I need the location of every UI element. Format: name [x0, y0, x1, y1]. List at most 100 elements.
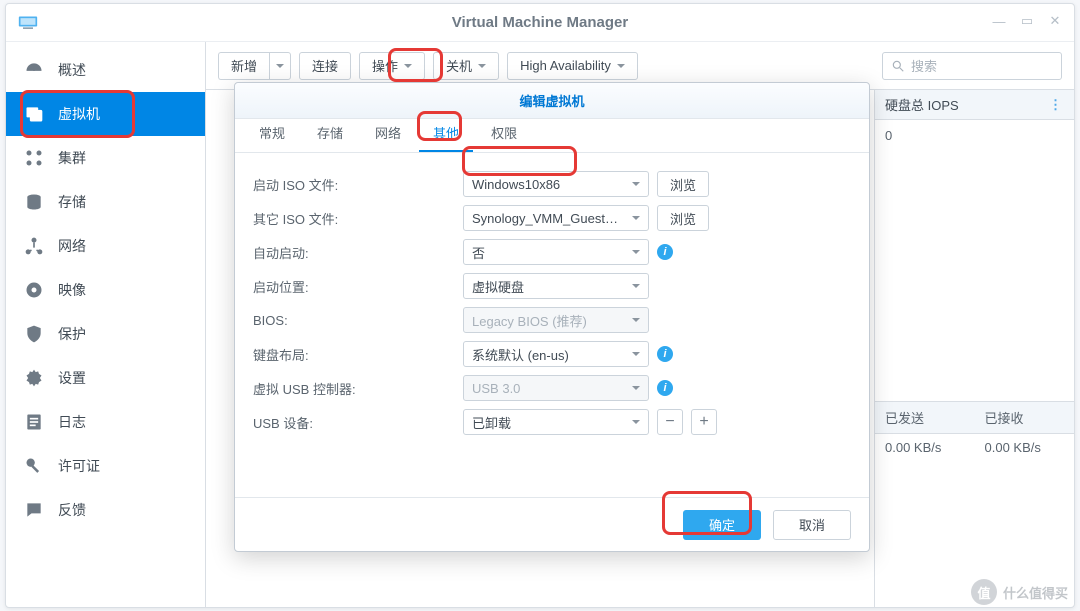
sidebar-item-label: 日志 [58, 412, 86, 432]
sidebar-item-label: 存储 [58, 192, 86, 212]
select-usb-dev[interactable]: 已卸载 [463, 409, 649, 435]
minimize-button[interactable]: — [988, 10, 1010, 32]
chevron-down-icon [632, 420, 640, 428]
add-usb-button[interactable]: + [691, 409, 717, 435]
info-icon[interactable]: i [657, 244, 673, 260]
chevron-down-icon [632, 182, 640, 190]
dialog-footer: 确定 取消 [235, 497, 869, 551]
key-icon [24, 456, 44, 476]
ok-button[interactable]: 确定 [683, 510, 761, 540]
shield-icon [24, 324, 44, 344]
remove-usb-button[interactable]: − [657, 409, 683, 435]
label-keyboard: 键盘布局: [253, 345, 463, 364]
app-icon [18, 14, 38, 30]
label-other-iso: 其它 ISO 文件: [253, 209, 463, 228]
maximize-button[interactable]: ▭ [1016, 10, 1038, 32]
chevron-down-icon [617, 64, 625, 72]
cancel-button[interactable]: 取消 [773, 510, 851, 540]
sidebar-item-label: 许可证 [58, 456, 100, 476]
network-icon [24, 236, 44, 256]
stat-header-iops: 硬盘总 IOPS ⋮ [875, 90, 1074, 120]
gear-icon [24, 368, 44, 388]
sidebar-item-label: 集群 [58, 148, 86, 168]
action-button[interactable]: 操作 [359, 52, 425, 80]
sidebar-item-label: 设置 [58, 368, 86, 388]
disc-icon [24, 280, 44, 300]
browse-boot-iso[interactable]: 浏览 [657, 171, 709, 197]
tab-permission[interactable]: 权限 [477, 115, 531, 152]
storage-icon [24, 192, 44, 212]
sidebar-item-image[interactable]: 映像 [6, 268, 205, 312]
sidebar: 概述 虚拟机 集群 存储 网络 映像 [6, 42, 206, 607]
new-button[interactable]: 新增 [218, 52, 269, 80]
sidebar-item-label: 概述 [58, 60, 86, 80]
titlebar: Virtual Machine Manager — ▭ ✕ [6, 4, 1074, 42]
select-boot-iso[interactable]: Windows10x86 [463, 171, 649, 197]
more-icon[interactable]: ⋮ [1049, 97, 1064, 113]
tab-other[interactable]: 其他 [419, 115, 473, 152]
stats-panel: 硬盘总 IOPS ⋮ 0 已发送 已接收 0.00 KB/s 0.00 KB/s [874, 90, 1074, 607]
label-boot-from: 启动位置: [253, 277, 463, 296]
vm-icon [24, 104, 44, 124]
chevron-down-icon [478, 64, 486, 72]
transfer-header: 已发送 已接收 [875, 402, 1074, 434]
label-boot-iso: 启动 ISO 文件: [253, 175, 463, 194]
tab-general[interactable]: 常规 [245, 115, 299, 152]
sidebar-item-vm[interactable]: 虚拟机 [6, 92, 205, 136]
browse-other-iso[interactable]: 浏览 [657, 205, 709, 231]
feedback-icon [24, 500, 44, 520]
sidebar-item-label: 保护 [58, 324, 86, 344]
gauge-icon [24, 60, 44, 80]
select-other-iso[interactable]: Synology_VMM_Guest_Tool [463, 205, 649, 231]
sidebar-item-overview[interactable]: 概述 [6, 48, 205, 92]
sidebar-item-protect[interactable]: 保护 [6, 312, 205, 356]
edit-vm-dialog: 编辑虚拟机 常规 存储 网络 其他 权限 启动 ISO 文件: Windows1… [234, 82, 870, 552]
label-usb-ctrl: 虚拟 USB 控制器: [253, 379, 463, 398]
tab-bar: 常规 存储 网络 其他 权限 [235, 119, 869, 153]
app-window: Virtual Machine Manager — ▭ ✕ 概述 虚拟机 集群 [5, 3, 1075, 608]
search-icon [891, 59, 905, 73]
form-body: 启动 ISO 文件: Windows10x86 浏览 其它 ISO 文件: Sy… [235, 153, 869, 497]
sidebar-item-feedback[interactable]: 反馈 [6, 488, 205, 532]
search-placeholder: 搜索 [911, 56, 937, 75]
info-icon[interactable]: i [657, 346, 673, 362]
tab-storage[interactable]: 存储 [303, 115, 357, 152]
sidebar-item-label: 网络 [58, 236, 86, 256]
sidebar-item-network[interactable]: 网络 [6, 224, 205, 268]
connect-button[interactable]: 连接 [299, 52, 351, 80]
label-usb-dev: USB 设备: [253, 413, 463, 432]
chevron-down-icon [276, 64, 284, 72]
search-input[interactable]: 搜索 [882, 52, 1062, 80]
sidebar-item-storage[interactable]: 存储 [6, 180, 205, 224]
select-boot-from[interactable]: 虚拟硬盘 [463, 273, 649, 299]
tab-network[interactable]: 网络 [361, 115, 415, 152]
info-icon[interactable]: i [657, 380, 673, 396]
dialog-title: 编辑虚拟机 [235, 83, 869, 119]
shutdown-button[interactable]: 关机 [433, 52, 499, 80]
chevron-down-icon [632, 216, 640, 224]
sidebar-item-label: 映像 [58, 280, 86, 300]
sidebar-item-label: 虚拟机 [58, 104, 100, 124]
chevron-down-icon [632, 352, 640, 360]
ha-button[interactable]: High Availability [507, 52, 638, 80]
chevron-down-icon [404, 64, 412, 72]
transfer-row: 0.00 KB/s 0.00 KB/s [875, 434, 1074, 461]
chevron-down-icon [632, 386, 640, 394]
stat-value-iops: 0 [875, 120, 1074, 151]
sidebar-item-log[interactable]: 日志 [6, 400, 205, 444]
window-title: Virtual Machine Manager [452, 14, 628, 31]
chevron-down-icon [632, 284, 640, 292]
sidebar-item-cluster[interactable]: 集群 [6, 136, 205, 180]
chevron-down-icon [632, 250, 640, 258]
sidebar-item-settings[interactable]: 设置 [6, 356, 205, 400]
new-dropdown[interactable] [269, 52, 291, 80]
sidebar-item-label: 反馈 [58, 500, 86, 520]
label-bios: BIOS: [253, 313, 463, 328]
chevron-down-icon [632, 318, 640, 326]
close-button[interactable]: ✕ [1044, 10, 1066, 32]
select-usb-ctrl: USB 3.0 [463, 375, 649, 401]
select-autostart[interactable]: 否 [463, 239, 649, 265]
log-icon [24, 412, 44, 432]
select-keyboard[interactable]: 系统默认 (en-us) [463, 341, 649, 367]
sidebar-item-license[interactable]: 许可证 [6, 444, 205, 488]
